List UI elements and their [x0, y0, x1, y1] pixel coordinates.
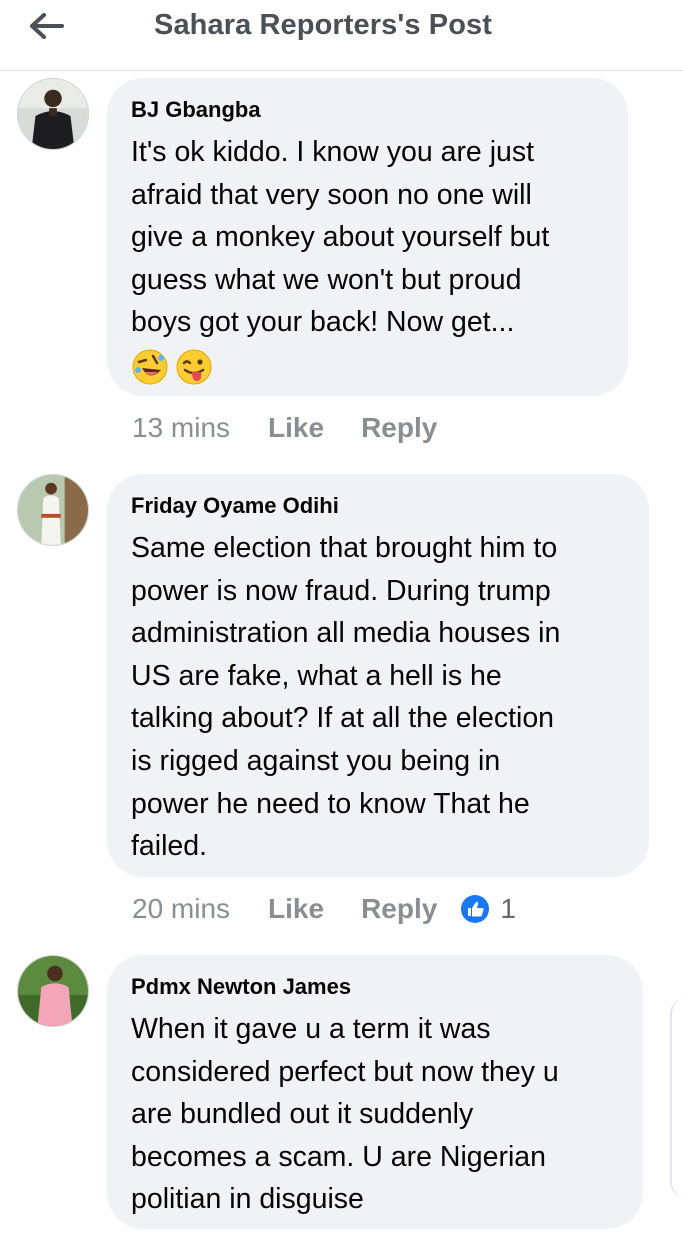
comment-actions-1: 13 mins Like Reply	[132, 412, 474, 444]
comment-timestamp: 20 mins	[132, 893, 231, 924]
comment-text: It's ok kiddo. I know you are just afrai…	[131, 136, 550, 339]
scroll-edge-panel	[670, 998, 683, 1198]
comment-bubble-3[interactable]: Pdmx Newton James When it gave u a term …	[107, 955, 643, 1229]
thumbs-up-icon	[461, 895, 490, 923]
comment-text: When it gave u a term it was considered …	[131, 1013, 559, 1216]
reply-button[interactable]: Reply	[361, 893, 437, 925]
reaction-count: 1	[500, 893, 516, 924]
comment-author[interactable]: BJ Gbangba	[131, 97, 604, 123]
comment-author[interactable]: Friday Oyame Odihi	[131, 493, 625, 519]
top-bar: Sahara Reporters's Post	[0, 0, 683, 71]
winking-face-with-tongue-icon	[176, 349, 212, 385]
reply-button[interactable]: Reply	[361, 412, 437, 444]
avatar-commenter-3[interactable]	[17, 955, 89, 1027]
comment-bubble-2[interactable]: Friday Oyame Odihi Same election that br…	[107, 474, 649, 877]
comment-author[interactable]: Pdmx Newton James	[131, 974, 619, 1000]
like-button[interactable]: Like	[268, 412, 324, 444]
page-title: Sahara Reporters's Post	[154, 9, 492, 41]
comment-timestamp: 13 mins	[132, 412, 231, 443]
reaction-summary[interactable]: 1	[460, 893, 516, 925]
avatar-commenter-2[interactable]	[17, 474, 89, 546]
comment-bubble-1[interactable]: BJ Gbangba It's ok kiddo. I know you are…	[107, 78, 628, 396]
avatar-commenter-1[interactable]	[17, 78, 89, 150]
comment-text: Same election that brought him to power …	[131, 532, 561, 863]
like-button[interactable]: Like	[268, 893, 324, 925]
emoji-row	[131, 348, 604, 386]
comment-actions-2: 20 mins Like Reply 1	[132, 893, 516, 925]
rolling-on-floor-laughing-icon	[132, 349, 168, 385]
back-arrow-icon	[30, 13, 64, 39]
back-button[interactable]	[26, 10, 66, 42]
